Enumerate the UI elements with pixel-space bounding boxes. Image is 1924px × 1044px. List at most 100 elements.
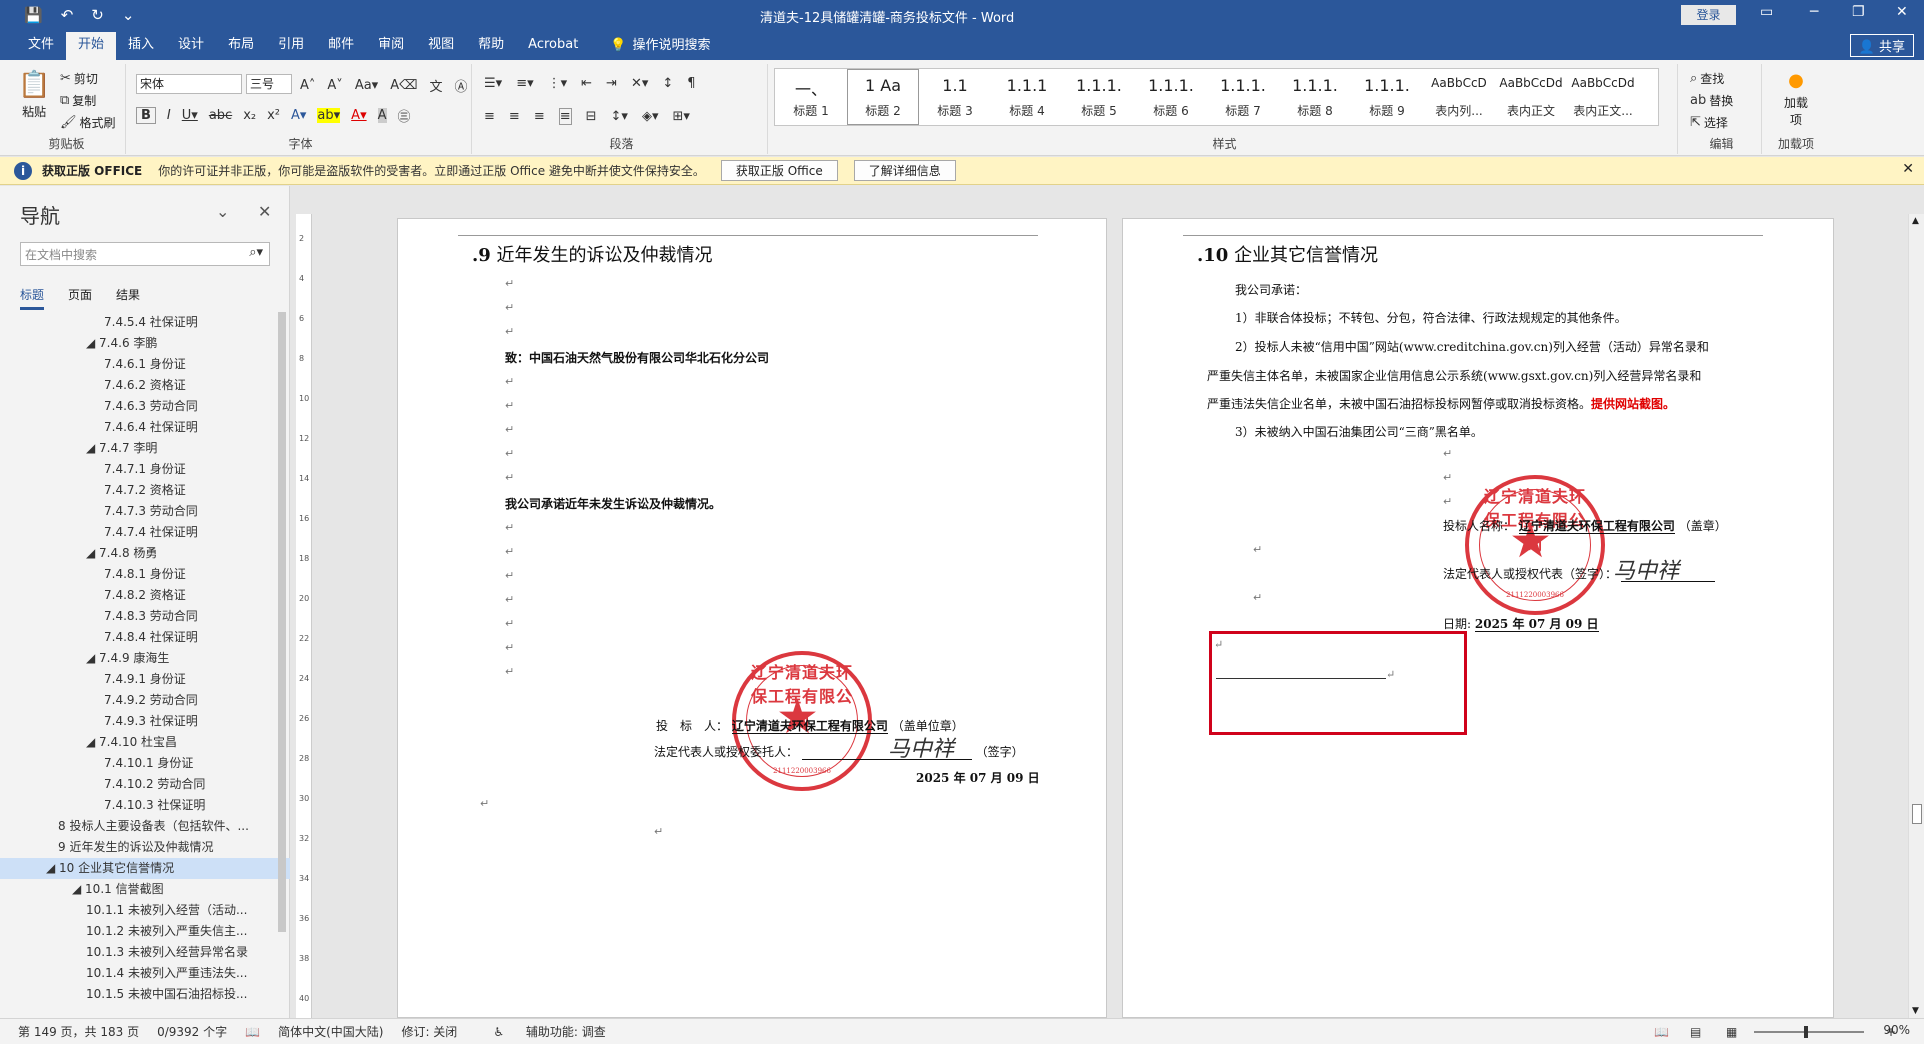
select-button[interactable]: ⇱ 选择 — [1690, 114, 1728, 131]
style-heading-2[interactable]: 1 Aa 标题 2 — [847, 69, 919, 125]
save-icon[interactable]: 💾 — [24, 6, 43, 24]
distributed-icon[interactable]: ⊟ — [586, 109, 597, 124]
text-effects-icon[interactable]: A▾ — [291, 108, 306, 123]
nav-heading-item[interactable]: 7.4.9.2 劳动合同 — [0, 690, 290, 711]
nav-close-icon[interactable]: ✕ — [258, 202, 271, 221]
tab-view[interactable]: 视图 — [416, 32, 466, 60]
style-heading-9[interactable]: 1.1.1. 标题 9 — [1351, 69, 1423, 125]
strikethrough-icon[interactable]: abc — [209, 108, 232, 123]
justify-icon[interactable]: ≡ — [558, 108, 572, 125]
nav-heading-item[interactable]: ◢ 10 企业其它信誉情况 — [0, 858, 290, 879]
grow-font-icon[interactable]: A˄ — [300, 78, 315, 93]
nav-heading-item[interactable]: 7.4.10.2 劳动合同 — [0, 774, 290, 795]
tell-me-search[interactable]: 💡 操作说明搜索 — [590, 32, 722, 60]
word-count[interactable]: 0/9392 个字 — [157, 1023, 227, 1040]
print-layout-icon[interactable]: ▤ — [1690, 1025, 1701, 1039]
nav-heading-item[interactable]: ◢ 7.4.10 杜宝昌 — [0, 732, 290, 753]
clear-format-icon[interactable]: A⌫ — [390, 78, 417, 93]
bullets-icon[interactable]: ☰▾ — [484, 76, 502, 91]
style-heading-6[interactable]: 1.1.1. 标题 6 — [1135, 69, 1207, 125]
nav-heading-item[interactable]: ◢ 7.4.6 李鹏 — [0, 333, 290, 354]
restore-icon[interactable]: ❐ — [1852, 4, 1865, 20]
multilevel-list-icon[interactable]: ⋮▾ — [548, 76, 568, 91]
learn-more-button[interactable]: 了解详细信息 — [853, 160, 956, 181]
nav-heading-item[interactable]: 7.4.9.3 社保证明 — [0, 711, 290, 732]
nav-heading-item[interactable]: 7.4.8.1 身份证 — [0, 564, 290, 585]
numbering-icon[interactable]: ≡▾ — [516, 76, 533, 91]
scroll-down-icon[interactable]: ▼ — [1912, 1006, 1919, 1016]
customize-qat-icon[interactable]: ⌄ — [122, 6, 135, 24]
zoom-level[interactable]: 90% — [1883, 1023, 1910, 1037]
cut-button[interactable]: ✂ 剪切 — [60, 70, 98, 87]
change-case-icon[interactable]: Aa▾ — [355, 78, 378, 93]
underline-icon[interactable]: U▾ — [182, 108, 198, 123]
nav-heading-item[interactable]: 7.4.7.2 资格证 — [0, 480, 290, 501]
nav-heading-item[interactable]: 7.4.10.1 身份证 — [0, 753, 290, 774]
bold-icon[interactable]: B — [136, 107, 156, 124]
tab-design[interactable]: 设计 — [166, 32, 216, 60]
vertical-ruler[interactable]: 2 4 6 8 10 12 14 16 18 20 22 24 26 28 30 32 34 36 38 40 — [296, 214, 312, 1018]
decrease-indent-icon[interactable]: ⇤ — [581, 76, 592, 91]
zoom-slider[interactable] — [1754, 1026, 1864, 1038]
style-table-list[interactable]: AaBbCcD 表内列... — [1423, 69, 1495, 125]
nav-heading-item[interactable]: 7.4.8.2 资格证 — [0, 585, 290, 606]
nav-heading-item[interactable]: 10.1.4 未被列入严重违法失... — [0, 963, 290, 984]
nav-heading-item[interactable]: 9 近年发生的诉讼及仲裁情况 — [0, 837, 290, 858]
scroll-up-icon[interactable]: ▲ — [1912, 216, 1919, 226]
page-right[interactable]: .10 企业其它信誉情况 我公司承诺： 1）非联合体投标；不转包、分包，符合法律… — [1122, 218, 1834, 1018]
nav-tab-pages[interactable]: 页面 — [68, 286, 92, 310]
tab-references[interactable]: 引用 — [266, 32, 316, 60]
nav-heading-item[interactable]: 7.4.8.3 劳动合同 — [0, 606, 290, 627]
font-color-icon[interactable]: A▾ — [351, 108, 366, 123]
italic-icon[interactable]: I — [167, 108, 171, 123]
sort-icon[interactable]: ↕ — [662, 76, 673, 91]
page-count[interactable]: 第 149 页，共 183 页 — [18, 1023, 139, 1040]
nav-search-input[interactable]: 在文档中搜索 ⌕▾ — [20, 242, 270, 266]
pinyin-icon[interactable]: 文 — [429, 76, 442, 95]
nav-heading-item[interactable]: 10.1.3 未被列入经营异常名录 — [0, 942, 290, 963]
login-button[interactable]: 登录 — [1681, 5, 1736, 25]
replace-button[interactable]: ab 替换 — [1690, 92, 1733, 109]
align-right-icon[interactable]: ≡ — [534, 109, 545, 124]
share-button[interactable]: 👤 共享 — [1849, 34, 1914, 57]
tab-acrobat[interactable]: Acrobat — [516, 32, 590, 60]
close-icon[interactable]: ✕ — [1896, 4, 1908, 20]
tab-insert[interactable]: 插入 — [116, 32, 166, 60]
tab-layout[interactable]: 布局 — [216, 32, 266, 60]
nav-heading-item[interactable]: 8 投标人主要设备表（包括软件、... — [0, 816, 290, 837]
copy-button[interactable]: ⧉ 复制 — [60, 92, 96, 109]
char-border-icon[interactable]: Ⓐ — [455, 76, 468, 95]
nav-heading-item[interactable]: 7.4.6.1 身份证 — [0, 354, 290, 375]
nav-heading-item[interactable]: 10.1.1 未被列入经营（活动... — [0, 900, 290, 921]
nav-heading-item[interactable]: 7.4.6.4 社保证明 — [0, 417, 290, 438]
style-heading-7[interactable]: 1.1.1. 标题 7 — [1207, 69, 1279, 125]
language[interactable]: 简体中文(中国大陆) — [278, 1023, 383, 1040]
shrink-font-icon[interactable]: A˅ — [327, 78, 342, 93]
nav-heading-item[interactable]: ◢ 7.4.8 杨勇 — [0, 543, 290, 564]
font-size-box[interactable]: 三号 — [246, 74, 292, 94]
addins-button[interactable]: ● 加载项 — [1780, 70, 1812, 128]
scroll-thumb[interactable] — [1912, 804, 1922, 824]
tab-file[interactable]: 文件 — [16, 32, 66, 60]
superscript-icon[interactable]: x² — [267, 108, 280, 123]
style-table-body-2[interactable]: AaBbCcDd 表内正文... — [1567, 69, 1639, 125]
nav-heading-item[interactable]: ◢ 10.1 信誉截图 — [0, 879, 290, 900]
close-message-icon[interactable]: ✕ — [1902, 161, 1914, 177]
nav-heading-item[interactable]: 7.4.8.4 社保证明 — [0, 627, 290, 648]
search-icon[interactable]: ⌕▾ — [249, 245, 263, 260]
nav-scrollbar[interactable] — [278, 312, 286, 932]
char-shading-icon[interactable]: A — [377, 108, 387, 123]
chinese-layout-icon[interactable]: ✕▾ — [631, 76, 648, 91]
align-left-icon[interactable]: ≡ — [484, 109, 495, 124]
document-scrollbar[interactable]: ▲ ▼ — [1908, 214, 1924, 1018]
shading-icon[interactable]: ◈▾ — [642, 109, 659, 124]
nav-heading-item[interactable]: 10.1.2 未被列入严重失信主... — [0, 921, 290, 942]
find-button[interactable]: ⌕ 查找 — [1690, 70, 1724, 87]
tab-home[interactable]: 开始 — [66, 32, 117, 60]
proofing-icon[interactable]: 📖 — [245, 1025, 260, 1039]
borders-icon[interactable]: ⊞▾ — [672, 109, 689, 124]
web-layout-icon[interactable]: ▦ — [1726, 1025, 1737, 1039]
nav-heading-item[interactable]: 7.4.5.4 社保证明 — [0, 312, 290, 333]
tab-review[interactable]: 审阅 — [366, 32, 416, 60]
accessibility[interactable]: ♿ 辅助功能: 调查 — [475, 1023, 605, 1040]
